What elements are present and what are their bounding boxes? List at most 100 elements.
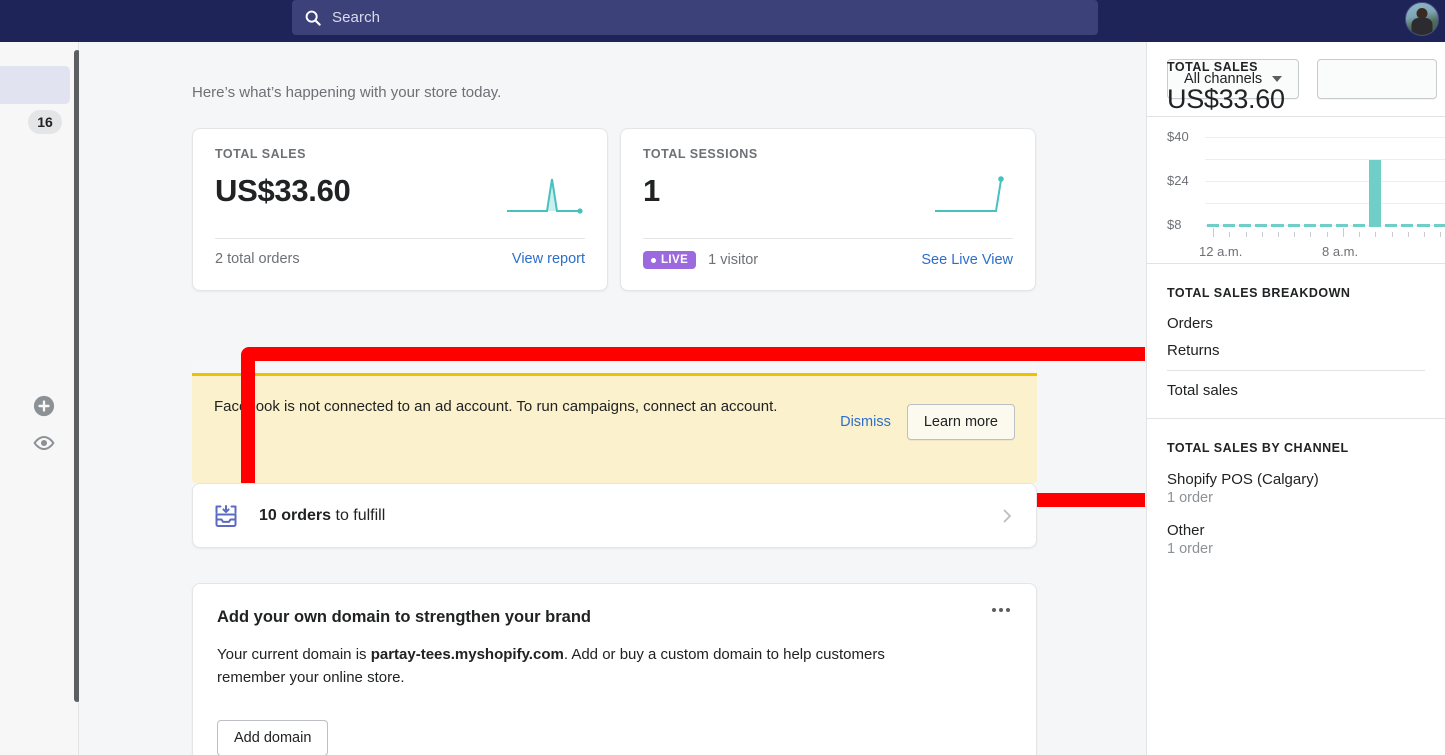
breakdown-label-orders: Orders <box>1167 315 1213 332</box>
total-sales-footer: 2 total orders View report <box>215 251 585 267</box>
chart-bar <box>1401 224 1414 227</box>
breakdown-row-orders: Orders <box>1167 310 1425 337</box>
xtick-label-1: 8 a.m. <box>1322 244 1359 259</box>
view-report-link[interactable]: View report <box>512 251 585 267</box>
avatar[interactable] <box>1405 2 1439 36</box>
search-input[interactable]: Search <box>292 0 1098 35</box>
dot-2 <box>999 608 1003 612</box>
channel-orders-pos: 1 order <box>1167 490 1213 506</box>
chart-bar <box>1417 224 1430 227</box>
chart-xtick <box>1229 232 1231 237</box>
total-orders-text: 2 total orders <box>215 251 300 267</box>
chart-bar <box>1271 224 1284 227</box>
total-sales-card: TOTAL SALES US$33.60 2 total orders View… <box>192 128 608 291</box>
channel-name-pos: Shopify POS (Calgary) <box>1167 471 1319 488</box>
gridline-32 <box>1205 159 1445 160</box>
fulfill-text: 10 orders to fulfill <box>259 507 385 525</box>
total-sessions-divider <box>643 238 1013 239</box>
chart-xtick <box>1424 232 1425 237</box>
chart-xtick <box>1261 232 1263 237</box>
gridline-24 <box>1205 181 1445 182</box>
chart-xtick <box>1342 228 1344 237</box>
breakdown-row-total: Total sales <box>1167 370 1425 404</box>
channel-row-other: Other 1 order <box>1167 508 1425 559</box>
total-sessions-footer: LIVE 1 visitor See Live View <box>643 251 1013 269</box>
channel-row-pos: Shopify POS (Calgary) 1 order <box>1167 463 1425 508</box>
total-sales-divider <box>215 238 585 239</box>
breakdown-row-returns: Returns <box>1167 337 1425 364</box>
chart-xtick <box>1278 232 1279 237</box>
fulfill-suffix: to fulfill <box>331 506 386 524</box>
chart-bar <box>1287 224 1300 227</box>
panel-channel-label: TOTAL SALES BY CHANNEL <box>1167 441 1349 455</box>
plus-circle-icon[interactable] <box>33 395 55 417</box>
chart-bar <box>1384 224 1398 227</box>
chart-xtick <box>1391 232 1393 237</box>
add-domain-card: Add your own domain to strengthen your b… <box>192 583 1037 755</box>
panel-total-sales-value: US$33.60 <box>1167 84 1285 114</box>
left-sidebar: 16 <box>0 42 80 755</box>
shopify-admin-dashboard: Search 16 Here’s what’s happening with y… <box>0 0 1445 755</box>
chart-bar <box>1222 224 1235 227</box>
ytick-label-8: $8 <box>1167 217 1182 232</box>
chart-xtick <box>1407 232 1409 237</box>
panel-breakdown-label: TOTAL SALES BREAKDOWN <box>1167 286 1351 300</box>
sidebar-badge-count: 16 <box>28 110 62 134</box>
dot-3 <box>1006 608 1010 612</box>
dot-1 <box>992 608 996 612</box>
chart-bar <box>1238 224 1252 227</box>
breakdown-label-total: Total sales <box>1167 382 1238 399</box>
see-live-view-link[interactable]: See Live View <box>921 252 1013 268</box>
total-sessions-card: TOTAL SESSIONS 1 LIVE 1 visitor See Live… <box>620 128 1036 291</box>
search-icon <box>305 10 321 26</box>
chart-xtick <box>1245 232 1247 237</box>
eye-icon[interactable] <box>33 432 55 454</box>
domain-card-body: Your current domain is partay-tees.mysho… <box>217 643 939 690</box>
channel-name-other: Other <box>1167 522 1205 539</box>
total-sessions-label: TOTAL SESSIONS <box>643 147 758 161</box>
chart-xtick <box>1440 232 1442 237</box>
chart-bar <box>1336 224 1349 227</box>
visitor-count-text: 1 visitor <box>708 252 759 268</box>
chart-xtick <box>1213 228 1215 237</box>
channel-orders-other: 1 order <box>1167 541 1213 557</box>
chart-xtick <box>1310 232 1312 237</box>
live-dot-icon <box>651 257 656 263</box>
gridline-16 <box>1205 203 1445 204</box>
chart-xtick <box>1326 232 1328 237</box>
chart-xtick <box>1294 232 1296 237</box>
sidebar-item-selected[interactable] <box>0 66 70 104</box>
chevron-right-icon[interactable] <box>1000 509 1014 523</box>
avatar-body <box>1411 17 1433 35</box>
total-sales-label: TOTAL SALES <box>215 147 306 161</box>
chart-bar <box>1206 224 1219 227</box>
panel-channel-section: TOTAL SALES BY CHANNEL Shopify POS (Calg… <box>1147 419 1445 573</box>
chart-bar <box>1255 224 1268 227</box>
top-navigation-bar: Search <box>0 0 1445 42</box>
chart-bar <box>1320 224 1333 227</box>
chart-bar <box>1303 224 1317 227</box>
xtick-label-0: 12 a.m. <box>1199 244 1243 259</box>
more-options-icon[interactable] <box>992 606 1014 614</box>
gridline-40 <box>1205 137 1445 138</box>
ytick-label-40: $40 <box>1167 129 1189 144</box>
search-placeholder-text: Search <box>332 9 381 26</box>
page-greeting: Here’s what’s happening with your store … <box>192 84 502 101</box>
panel-total-sales-section: TOTAL SALES US$33.60 $40 $24 $8 12 a.m. … <box>1147 42 1445 264</box>
add-domain-button[interactable]: Add domain <box>217 719 329 755</box>
panel-breakdown-section: TOTAL SALES BREAKDOWN Orders Returns Tot… <box>1147 264 1445 419</box>
chart-bar <box>1433 224 1445 227</box>
analytics-side-panel: All channels TOTAL SALES US$33.60 $40 $2… <box>1146 42 1445 755</box>
fulfill-count: 10 orders <box>259 506 332 524</box>
chart-bar <box>1368 159 1381 227</box>
chart-xtick <box>1375 232 1377 237</box>
main-content: Here’s what’s happening with your store … <box>79 42 1145 755</box>
orders-to-fulfill-card[interactable]: 10 orders to fulfill <box>192 483 1037 548</box>
total-sales-bar-chart: $40 $24 $8 12 a.m. 8 a.m. 4 p.m. <box>1167 129 1445 259</box>
chart-xtick <box>1359 232 1361 237</box>
domain-body-prefix: Your current domain is <box>217 646 371 663</box>
domain-card-title: Add your own domain to strengthen your b… <box>217 608 591 626</box>
total-sales-sparkline <box>507 178 583 214</box>
orders-inbox-icon <box>215 504 237 527</box>
total-sessions-sparkline <box>935 176 1004 212</box>
